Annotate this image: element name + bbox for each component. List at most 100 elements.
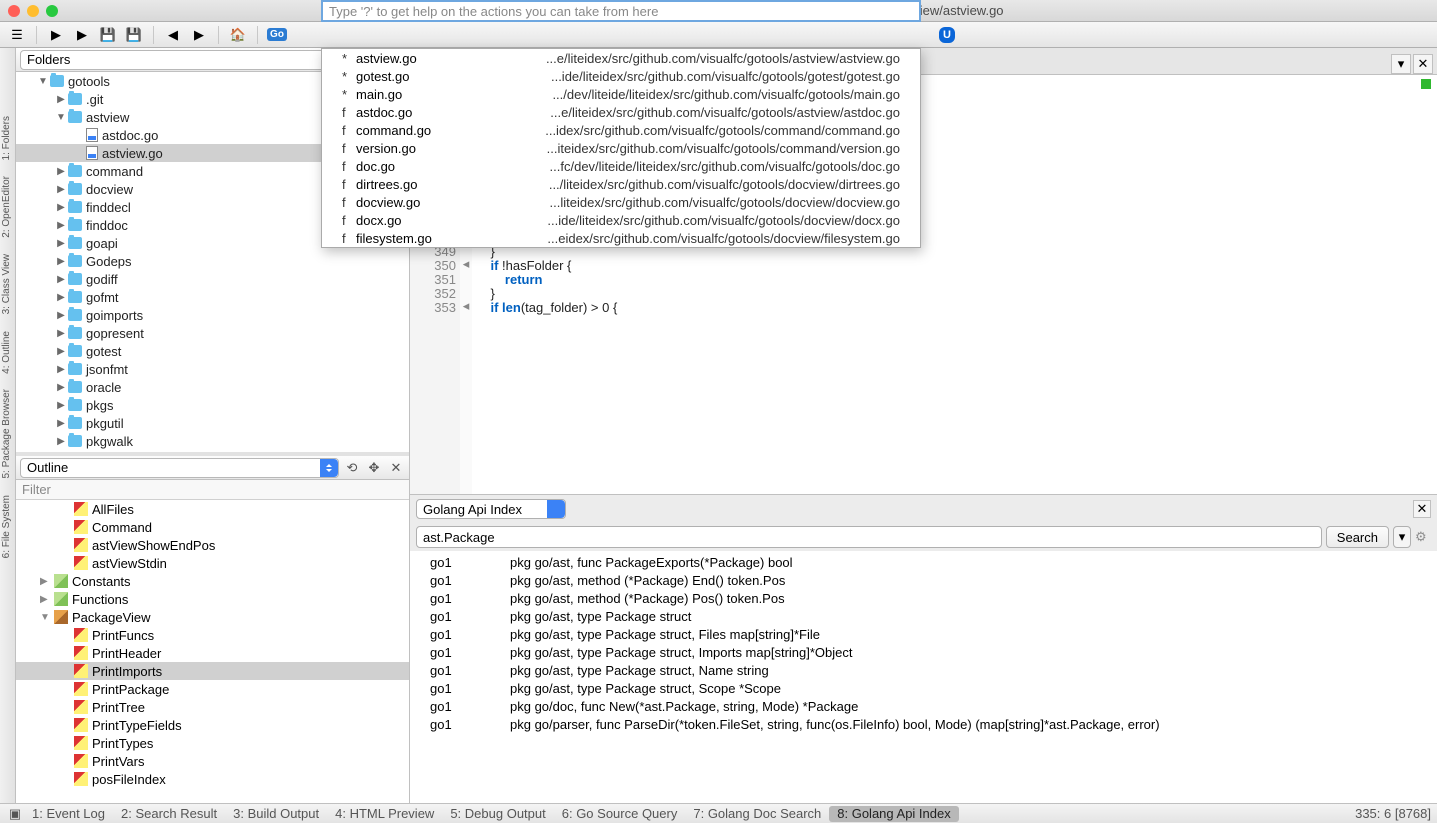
- tree-item[interactable]: ▶pkgutil: [16, 414, 409, 432]
- side-tab[interactable]: 3: Class View: [0, 246, 15, 322]
- saveall-icon[interactable]: 💾: [123, 25, 145, 45]
- outline-item[interactable]: AllFiles: [16, 500, 409, 518]
- outline-item[interactable]: PrintTypes: [16, 734, 409, 752]
- tab-close-icon[interactable]: ✕: [1413, 54, 1433, 74]
- result-row[interactable]: go1pkg go/ast, method (*Package) End() t…: [410, 573, 1437, 591]
- nav-forward-icon[interactable]: ▶: [188, 25, 210, 45]
- result-row[interactable]: go1pkg go/ast, func PackageExports(*Pack…: [410, 555, 1437, 573]
- side-tab[interactable]: 2: OpenEditor: [0, 168, 15, 246]
- result-row[interactable]: go1pkg go/ast, type Package struct: [410, 609, 1437, 627]
- expand-icon[interactable]: ✥: [365, 459, 383, 477]
- outline-item[interactable]: PrintTypeFields: [16, 716, 409, 734]
- outline-item[interactable]: posFileIndex: [16, 770, 409, 788]
- outline-tree[interactable]: AllFilesCommandastViewShowEndPosastViewS…: [16, 500, 409, 803]
- status-toggle-icon[interactable]: ▣: [6, 805, 24, 823]
- close-pane-icon[interactable]: ✕: [1413, 500, 1431, 518]
- save-icon[interactable]: 💾: [97, 25, 119, 45]
- status-tab[interactable]: 1: Event Log: [24, 806, 113, 822]
- tree-item[interactable]: ▶gopresent: [16, 324, 409, 342]
- minimize-window-icon[interactable]: [27, 5, 39, 17]
- tree-item[interactable]: ▶pkgs: [16, 396, 409, 414]
- quickopen-item[interactable]: fdoc.go...fc/dev/liteide/liteidex/src/gi…: [322, 157, 920, 175]
- quickopen-item[interactable]: ffilesystem.go...eidex/src/github.com/vi…: [322, 229, 920, 247]
- outline-item[interactable]: PrintTree: [16, 698, 409, 716]
- go-lang-icon[interactable]: Go: [266, 25, 288, 45]
- close-panel-icon[interactable]: ✕: [387, 459, 405, 477]
- command-input[interactable]: Type '?' to get help on the actions you …: [321, 0, 921, 22]
- outline-item[interactable]: astViewShowEndPos: [16, 536, 409, 554]
- home-icon[interactable]: 🏠: [227, 25, 249, 45]
- outline-item[interactable]: PrintImports: [16, 662, 409, 680]
- tree-item[interactable]: ▶oracle: [16, 378, 409, 396]
- menu-icon[interactable]: ☰: [6, 25, 28, 45]
- tree-item[interactable]: ▶gotest: [16, 342, 409, 360]
- tab-list-icon[interactable]: ▾: [1391, 54, 1411, 74]
- quickopen-item[interactable]: *main.go.../dev/liteide/liteidex/src/git…: [322, 85, 920, 103]
- bottom-pane: Golang Api Index ✕ Search ▾ ⚙ go1pkg go/…: [410, 494, 1437, 803]
- outline-panel-header: Outline ⟲ ✥ ✕: [16, 456, 409, 480]
- zoom-window-icon[interactable]: [46, 5, 58, 17]
- quickopen-item[interactable]: *astview.go...e/liteidex/src/github.com/…: [322, 49, 920, 67]
- sync-icon[interactable]: ⟲: [343, 459, 361, 477]
- outline-item[interactable]: PrintHeader: [16, 644, 409, 662]
- result-row[interactable]: go1pkg go/ast, type Package struct, Impo…: [410, 645, 1437, 663]
- modified-indicator-icon: [1421, 79, 1431, 89]
- quickopen-item[interactable]: fdocx.go...ide/liteidex/src/github.com/v…: [322, 211, 920, 229]
- statusbar: ▣ 1: Event Log2: Search Result3: Build O…: [0, 803, 1437, 823]
- side-tab[interactable]: 5: Package Browser: [0, 381, 15, 487]
- quickopen-item[interactable]: *gotest.go...ide/liteidex/src/github.com…: [322, 67, 920, 85]
- result-row[interactable]: go1pkg go/parser, func ParseDir(*token.F…: [410, 717, 1437, 735]
- outline-item[interactable]: astViewStdin: [16, 554, 409, 572]
- tree-item[interactable]: ▶godiff: [16, 270, 409, 288]
- outline-item[interactable]: PrintPackage: [16, 680, 409, 698]
- tree-item[interactable]: ▶Godeps: [16, 252, 409, 270]
- outline-item[interactable]: ▶Constants: [16, 572, 409, 590]
- api-index-combo[interactable]: Golang Api Index: [416, 499, 566, 519]
- cursor-position: 335: 6 [8768]: [1355, 806, 1431, 821]
- status-tab[interactable]: 6: Go Source Query: [554, 806, 686, 822]
- result-row[interactable]: go1pkg go/ast, type Package struct, Scop…: [410, 681, 1437, 699]
- result-row[interactable]: go1pkg go/ast, method (*Package) Pos() t…: [410, 591, 1437, 609]
- outline-combo[interactable]: Outline: [20, 458, 339, 478]
- close-window-icon[interactable]: [8, 5, 20, 17]
- quickopen-item[interactable]: fastdoc.go...e/liteidex/src/github.com/v…: [322, 103, 920, 121]
- tree-item[interactable]: ▶goimports: [16, 306, 409, 324]
- outline-item[interactable]: ▼PackageView: [16, 608, 409, 626]
- outline-item[interactable]: PrintVars: [16, 752, 409, 770]
- search-button[interactable]: Search: [1326, 526, 1389, 548]
- debug-icon[interactable]: ▶: [71, 25, 93, 45]
- tree-item[interactable]: ▶pkgwalk: [16, 432, 409, 450]
- status-tab[interactable]: 2: Search Result: [113, 806, 225, 822]
- quickopen-item[interactable]: fdocview.go...liteidex/src/github.com/vi…: [322, 193, 920, 211]
- outline-item[interactable]: Command: [16, 518, 409, 536]
- outline-filter[interactable]: Filter: [16, 480, 409, 500]
- status-tab[interactable]: 4: HTML Preview: [327, 806, 442, 822]
- tree-item[interactable]: ▶jsonfmt: [16, 360, 409, 378]
- side-tab[interactable]: 1: Folders: [0, 108, 15, 168]
- window-controls: [8, 5, 58, 17]
- quickopen-item[interactable]: fversion.go...iteidex/src/github.com/vis…: [322, 139, 920, 157]
- side-tab[interactable]: 4: Outline: [0, 323, 15, 382]
- tree-item[interactable]: ▶gofmt: [16, 288, 409, 306]
- result-row[interactable]: go1pkg go/doc, func New(*ast.Package, st…: [410, 699, 1437, 717]
- outline-item[interactable]: PrintFuncs: [16, 626, 409, 644]
- update-icon[interactable]: U: [936, 25, 958, 45]
- result-row[interactable]: go1pkg go/ast, type Package struct, Name…: [410, 663, 1437, 681]
- search-options-icon[interactable]: ▾: [1393, 526, 1411, 548]
- outline-item[interactable]: ▶Functions: [16, 590, 409, 608]
- gear-icon[interactable]: ⚙: [1415, 529, 1431, 545]
- status-tab[interactable]: 5: Debug Output: [442, 806, 553, 822]
- side-tab[interactable]: 6: File System: [0, 487, 15, 566]
- status-tab[interactable]: 8: Golang Api Index: [829, 806, 958, 822]
- status-tab[interactable]: 7: Golang Doc Search: [685, 806, 829, 822]
- nav-back-icon[interactable]: ◀: [162, 25, 184, 45]
- api-search-input[interactable]: [416, 526, 1322, 548]
- left-tab-strip: 1: Folders2: OpenEditor3: Class View4: O…: [0, 48, 16, 803]
- quickopen-item[interactable]: fdirtrees.go.../liteidex/src/github.com/…: [322, 175, 920, 193]
- status-tab[interactable]: 3: Build Output: [225, 806, 327, 822]
- result-row[interactable]: go1pkg go/ast, type Package struct, File…: [410, 627, 1437, 645]
- run-icon[interactable]: ▶: [45, 25, 67, 45]
- toolbar: ☰ ▶ ▶ 💾 💾 ◀ ▶ 🏠 Go U: [0, 22, 1437, 48]
- api-results[interactable]: go1pkg go/ast, func PackageExports(*Pack…: [410, 551, 1437, 803]
- quickopen-item[interactable]: fcommand.go...idex/src/github.com/visual…: [322, 121, 920, 139]
